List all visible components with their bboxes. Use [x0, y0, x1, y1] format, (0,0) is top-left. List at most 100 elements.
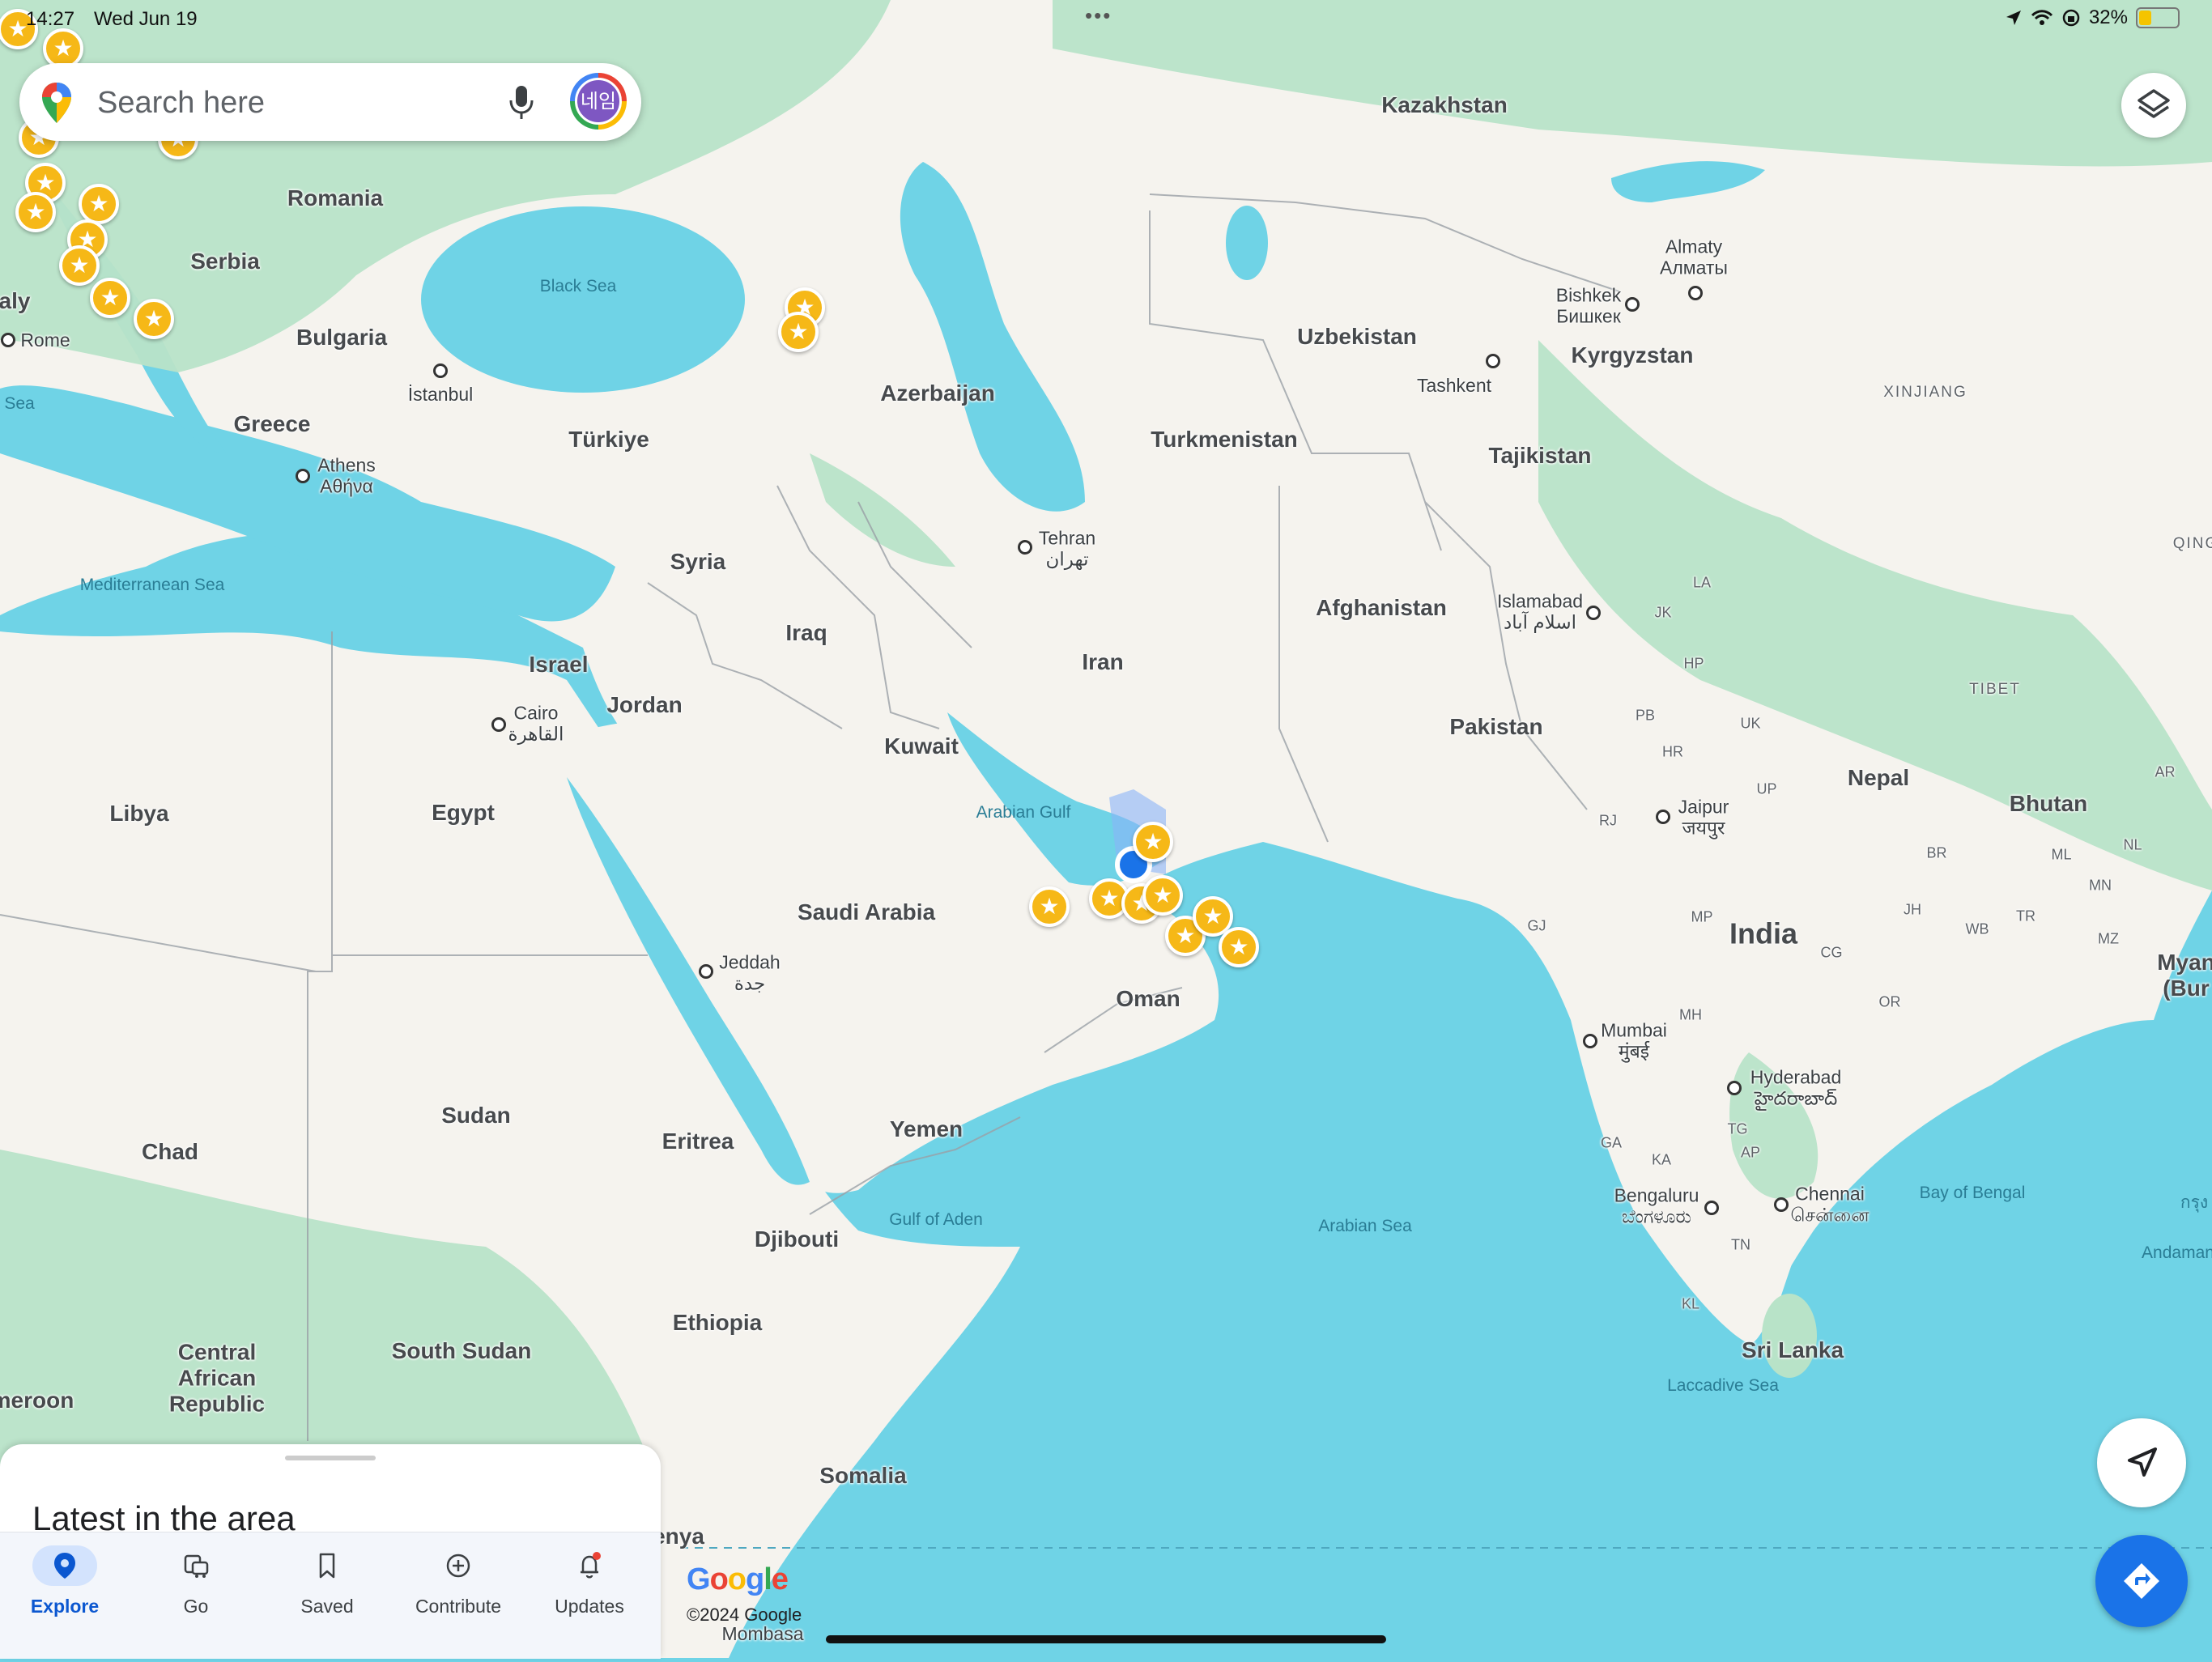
city-label: Jeddah جدة	[719, 951, 781, 994]
state-code-label: UP	[1756, 780, 1777, 797]
google-logo: Google	[687, 1562, 789, 1596]
state-code-label: OR	[1878, 993, 1901, 1010]
sheet-drag-handle[interactable]	[285, 1456, 376, 1460]
city-dot	[433, 363, 448, 378]
state-code-label: GJ	[1527, 917, 1546, 934]
home-indicator[interactable]	[826, 1635, 1386, 1643]
state-code-label: KL	[1681, 1295, 1700, 1312]
saved-place-star-icon[interactable]: ★	[15, 192, 56, 232]
state-code-label: BR	[1926, 844, 1947, 861]
directions-icon	[2124, 1563, 2159, 1599]
nav-saved[interactable]: Saved	[262, 1541, 392, 1630]
state-code-label: TN	[1731, 1236, 1750, 1253]
nav-contribute[interactable]: Contribute	[393, 1541, 523, 1630]
nav-contribute-indicator	[426, 1545, 491, 1586]
country-label: meroon	[0, 1387, 74, 1413]
city-label: Mumbai मुंबई	[1601, 1019, 1667, 1062]
account-avatar[interactable]: 네임	[570, 73, 627, 130]
state-code-label: NL	[2123, 836, 2142, 853]
city-dot	[1583, 1034, 1597, 1048]
state-code-label: LA	[1692, 574, 1712, 591]
country-label: Greece	[233, 410, 311, 436]
city-label: Cairo القاهرة	[508, 702, 564, 745]
bell-icon	[581, 1552, 601, 1579]
state-code-label: JK	[1654, 604, 1672, 621]
country-label: Syria	[670, 548, 726, 574]
notification-badge	[593, 1552, 601, 1560]
navigation-arrow-icon	[2128, 1447, 2157, 1477]
country-label: Nepal	[1847, 764, 1910, 790]
my-location-button[interactable]	[2097, 1418, 2186, 1507]
saved-place-star-icon[interactable]: ★	[778, 312, 819, 352]
microphone-icon[interactable]	[505, 83, 538, 123]
city-dot	[1688, 286, 1703, 300]
sea-label: Black Sea	[539, 276, 617, 295]
nav-go[interactable]: Go	[131, 1541, 261, 1630]
country-label: Bulgaria	[296, 324, 388, 350]
multitask-dots-icon[interactable]: •••	[1085, 3, 1112, 28]
state-code-label: MH	[1679, 1006, 1702, 1023]
city-label: Bengaluru ಬೆಂಗಳೂರು	[1614, 1184, 1699, 1227]
layers-button[interactable]	[2121, 73, 2186, 138]
country-label: Turkmenistan	[1151, 426, 1298, 452]
layers-icon	[2138, 89, 2170, 118]
country-label: Oman	[1116, 985, 1180, 1011]
city-dot	[1586, 606, 1601, 620]
country-label: Egypt	[432, 799, 495, 825]
nav-updates-label: Updates	[555, 1596, 624, 1617]
nav-saved-indicator	[295, 1545, 359, 1586]
state-code-label: WB	[1965, 920, 1989, 937]
country-label: Libya	[109, 800, 169, 826]
country-label: Kuwait	[884, 733, 959, 759]
country-label: Djibouti	[754, 1226, 840, 1252]
saved-place-star-icon[interactable]: ★	[79, 184, 119, 224]
state-code-label: GA	[1600, 1134, 1623, 1151]
nav-contribute-label: Contribute	[415, 1596, 502, 1617]
saved-place-star-icon[interactable]: ★	[1133, 822, 1173, 862]
city-label: Islamabad اسلام آباد	[1496, 590, 1584, 633]
country-label: Yemen	[889, 1116, 963, 1141]
country-label: Bhutan	[2009, 790, 2088, 816]
nav-explore-label: Explore	[30, 1596, 100, 1617]
region-label: TIBET	[1969, 681, 2021, 699]
sea-label: Arabian Sea	[1318, 1216, 1412, 1235]
search-bar[interactable]: Search here 네임	[19, 63, 641, 141]
saved-place-star-icon[interactable]: ★	[1029, 886, 1070, 927]
nav-saved-label: Saved	[300, 1596, 354, 1617]
country-label: aly	[0, 287, 31, 313]
country-label: Sri Lanka	[1741, 1337, 1844, 1362]
state-code-label: MN	[2089, 877, 2112, 894]
battery-percent: 32%	[2088, 6, 2128, 28]
status-bar: 14:27 Wed Jun 19 ••• 32%	[0, 0, 2212, 39]
region-label: XINJIANG	[1883, 384, 1967, 402]
region-label: QING	[2172, 535, 2212, 553]
state-code-label: CG	[1820, 944, 1843, 961]
city-label: Mombasa	[721, 1622, 804, 1644]
nav-explore[interactable]: Explore	[0, 1541, 130, 1630]
city-dot	[1486, 354, 1500, 368]
country-label: Iraq	[785, 619, 827, 645]
bottom-navigation: Explore Go Saved Contribute Updates	[0, 1532, 661, 1659]
sea-label: Andaman	[2142, 1243, 2212, 1262]
saved-place-star-icon[interactable]: ★	[134, 299, 174, 339]
country-label: Myan (Bur	[2157, 949, 2212, 1001]
city-label: Hyderabad హైదరాబాద్	[1750, 1066, 1842, 1109]
saved-place-star-icon[interactable]: ★	[59, 245, 100, 286]
avatar-initials: 네임	[575, 78, 622, 125]
country-label: Somalia	[819, 1462, 907, 1488]
map-copyright[interactable]: ©2024 Google	[687, 1605, 802, 1626]
saved-place-star-icon[interactable]: ★	[90, 278, 130, 318]
saved-place-star-icon[interactable]: ★	[1142, 875, 1183, 916]
sea-label: Arabian Gulf	[976, 802, 1071, 822]
orientation-lock-icon	[2062, 9, 2080, 27]
country-label: Pakistan	[1449, 713, 1543, 739]
city-label: Tehran تهران	[1038, 527, 1096, 570]
sea-label: Bay of Bengal	[1919, 1183, 2026, 1202]
search-input[interactable]: Search here	[97, 86, 265, 121]
country-label: Sudan	[441, 1102, 511, 1128]
directions-button[interactable]	[2095, 1535, 2188, 1627]
saved-place-star-icon[interactable]: ★	[1219, 927, 1259, 967]
country-label: India	[1729, 916, 1798, 950]
nav-updates[interactable]: Updates	[525, 1541, 654, 1630]
map-canvas[interactable]: ★ ★ ★ ★ ★ ★ ★ ★ ★ ★ ★ ★ ★ ★ ★ ★ ★ ★ ★ ★ …	[0, 0, 2212, 1658]
